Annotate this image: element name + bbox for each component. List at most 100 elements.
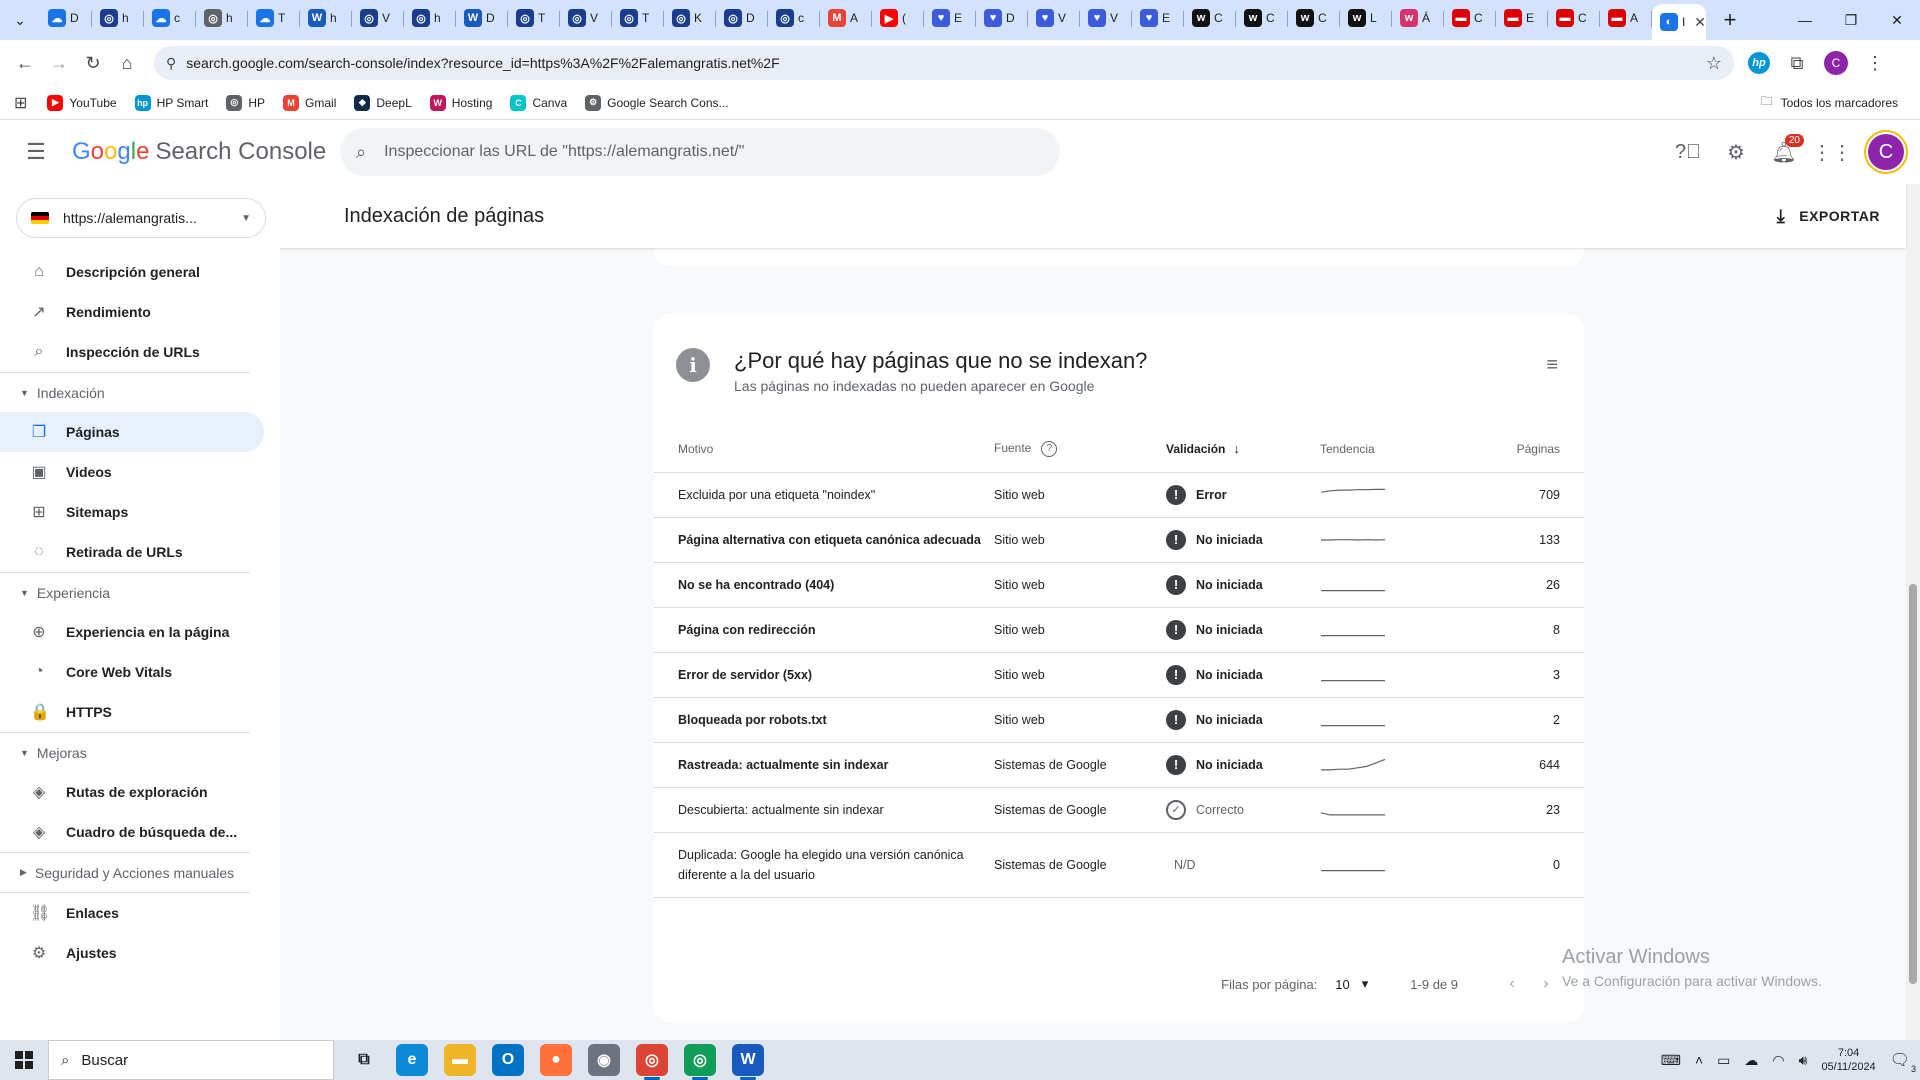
table-row[interactable]: Rastreada: actualmente sin indexar Siste… — [654, 742, 1584, 788]
all-bookmarks[interactable]: 🗀 Todos los marcadores — [1761, 92, 1898, 113]
browser-tab[interactable]: ▬ C — [1444, 2, 1496, 34]
wifi-icon[interactable]: ◠ — [1772, 1052, 1784, 1069]
browser-tab[interactable]: ◎ h — [196, 2, 248, 34]
browser-tab[interactable]: ♥ D — [976, 2, 1028, 34]
browser-tab[interactable]: ◎ T — [508, 2, 560, 34]
bookmark-item[interactable]: W Hosting — [429, 94, 492, 111]
property-selector[interactable]: https://alemangratis... ▼ — [16, 198, 266, 238]
folder-icon[interactable]: ▬ — [444, 1044, 476, 1076]
table-row[interactable]: Bloqueada por robots.txt Sitio web ! No i… — [654, 697, 1584, 743]
reload-icon[interactable]: ↻ — [76, 46, 110, 80]
bookmark-item[interactable]: ⚙ Google Search Cons... — [585, 94, 729, 111]
browser-tab[interactable]: ♥ V — [1080, 2, 1132, 34]
url-inspection-search[interactable]: ⌕ — [340, 128, 1060, 176]
camera-icon[interactable]: ◉ — [588, 1044, 620, 1076]
search-console-logo[interactable]: Google Search Console — [72, 138, 340, 166]
onedrive-cloud-icon[interactable]: ☁ — [1744, 1052, 1758, 1069]
site-info-icon[interactable]: ⚲ — [166, 55, 176, 72]
address-bar[interactable]: ⚲ search.google.com/search-console/index… — [154, 46, 1734, 80]
scrollbar-thumb[interactable] — [1909, 584, 1917, 984]
browser-tab[interactable]: ☁ T — [248, 2, 300, 34]
browser-tab[interactable]: ◎ h — [92, 2, 144, 34]
column-paginas[interactable]: Páginas — [1438, 426, 1584, 473]
browser-tab[interactable]: ♥ V — [1028, 2, 1080, 34]
close-window-icon[interactable]: ✕ — [1874, 0, 1920, 40]
table-row[interactable]: Error de servidor (5xx) Sitio web ! No in… — [654, 652, 1584, 698]
address-url[interactable]: search.google.com/search-console/index?r… — [186, 55, 1696, 71]
sidebar-item[interactable]: ⌕ Inspección de URLs — [0, 332, 264, 372]
taskbar-search[interactable]: ⌕ Buscar — [48, 1040, 334, 1080]
sidebar-item[interactable]: ▣ Videos — [0, 452, 264, 492]
table-row[interactable]: Duplicada: Google ha elegido una versión… — [654, 832, 1584, 898]
sidebar-item[interactable]: ◔ Core Web Vitals — [0, 652, 264, 692]
column-fuente[interactable]: Fuente? — [994, 426, 1166, 473]
rows-per-page-select[interactable]: 10 ▾ — [1335, 976, 1368, 992]
sidebar-item[interactable]: ⊕ Experiencia en la página — [0, 612, 264, 652]
word-icon[interactable]: W — [732, 1044, 764, 1080]
minimize-icon[interactable]: — — [1782, 0, 1828, 40]
sidebar-item[interactable]: ◌ Retirada de URLs — [0, 532, 264, 572]
table-row[interactable]: Página con redirección Sitio web ! No ini… — [654, 607, 1584, 653]
column-motivo[interactable]: Motivo — [654, 426, 994, 473]
browser-tab[interactable]: ◎ c — [768, 2, 820, 34]
browser-tab[interactable]: ▶( — [872, 2, 924, 34]
next-page-icon[interactable]: › — [1536, 975, 1556, 993]
clock[interactable]: 7:04 05/11/2024 — [1821, 1046, 1875, 1074]
edge-icon[interactable]: e — [396, 1044, 428, 1076]
previous-page-icon[interactable]: ‹ — [1502, 975, 1522, 993]
bookmark-item[interactable]: ◎ HP — [226, 94, 265, 111]
browser-tab[interactable]: ▬ C — [1548, 2, 1600, 34]
chrome-icon[interactable]: ◎ — [684, 1044, 716, 1080]
manage-users-icon[interactable]: ⚙ — [1722, 138, 1750, 166]
help-icon[interactable]: ?⃝ — [1674, 138, 1702, 166]
browser-tab[interactable]: ☁ D — [40, 2, 92, 34]
hamburger-menu-icon[interactable]: ☰ — [0, 139, 72, 165]
browser-tab[interactable]: wC — [1184, 2, 1236, 34]
keyboard-icon[interactable]: ⌨ — [1661, 1052, 1681, 1069]
browser-tab[interactable]: wC — [1288, 2, 1340, 34]
sidebar-section-indexacion[interactable]: ▼ Indexación — [0, 372, 250, 412]
table-row[interactable]: No se ha encontrado (404) Sitio web ! No … — [654, 562, 1584, 608]
sidebar-section-seguridad[interactable]: ▶ Seguridad y Acciones manuales — [0, 852, 250, 892]
apps-grid-icon[interactable]: ⊞ — [14, 93, 27, 113]
outlook-icon[interactable]: O — [492, 1044, 524, 1076]
bookmark-item[interactable]: M Gmail — [283, 94, 336, 111]
home-icon[interactable]: ⌂ — [110, 46, 144, 80]
browser-tab[interactable]: wÁ — [1392, 2, 1444, 34]
browser-tab[interactable]: ▬ E — [1496, 2, 1548, 34]
restore-icon[interactable]: ❐ — [1828, 0, 1874, 40]
export-button[interactable]: ⤓ EXPORTAR — [1777, 206, 1880, 227]
tab-search-dropdown-icon[interactable]: ⌄ — [0, 0, 40, 40]
browser-tab[interactable]: ◎ K — [664, 2, 716, 34]
meet-icon[interactable]: ▭ — [1717, 1052, 1730, 1069]
extensions-puzzle-icon[interactable]: ⧉ — [1780, 46, 1814, 80]
table-row[interactable]: Descubierta: actualmente sin indexar Sis… — [654, 787, 1584, 833]
browser-tab[interactable]: wL — [1340, 2, 1392, 34]
browser-tab[interactable]: ☁ c — [144, 2, 196, 34]
task-view-icon[interactable]: ⧉ — [348, 1044, 380, 1076]
sidebar-item[interactable]: ⊞ Sitemaps — [0, 492, 264, 532]
bookmark-item[interactable]: ◆ DeepL — [354, 94, 412, 111]
sidebar-item[interactable]: ⌂ Descripción general — [0, 252, 264, 292]
browser-tab[interactable]: ◎ h — [404, 2, 456, 34]
sidebar-item[interactable]: 🔒 HTTPS — [0, 692, 264, 732]
start-button[interactable] — [0, 1040, 48, 1080]
filter-icon[interactable]: ≡ — [1546, 354, 1558, 377]
browser-tab[interactable]: MA — [820, 2, 872, 34]
browser-tab[interactable]: Wh — [300, 2, 352, 34]
account-avatar[interactable]: C — [1866, 132, 1906, 172]
forward-icon[interactable]: → — [42, 46, 76, 80]
table-row[interactable]: Página alternativa con etiqueta canónica… — [654, 517, 1584, 563]
google-apps-icon[interactable]: ⋮⋮ — [1812, 138, 1852, 166]
new-tab-button[interactable]: + — [1712, 2, 1748, 38]
sidebar-item[interactable]: ⚙ Ajustes — [0, 933, 264, 973]
close-tab-icon[interactable]: ✕ — [1694, 14, 1706, 31]
browser-tab[interactable]: ◎ V — [352, 2, 404, 34]
bookmark-item[interactable]: hp HP Smart — [134, 94, 208, 111]
url-inspection-input[interactable] — [384, 143, 1025, 161]
column-validacion[interactable]: Validación ↓ — [1166, 426, 1320, 473]
sidebar-item[interactable]: ❐ Páginas — [0, 412, 264, 452]
notification-center-icon[interactable]: 🗨︎ 3 — [1890, 1050, 1916, 1074]
bookmark-item[interactable]: C Canva — [510, 94, 567, 111]
sidebar-item[interactable]: ↗ Rendimiento — [0, 292, 264, 332]
